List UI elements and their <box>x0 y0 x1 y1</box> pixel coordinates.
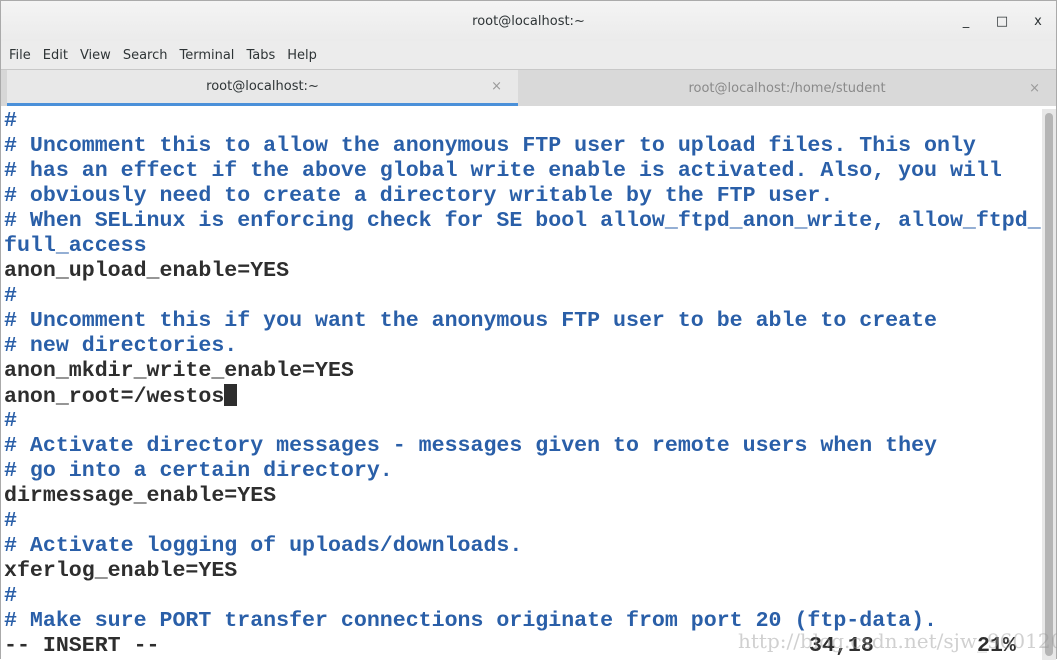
tab-bar: root@localhost:~ × root@localhost:/home/… <box>1 69 1056 106</box>
minimize-button[interactable]: _ <box>948 14 984 29</box>
tab-close-icon[interactable]: × <box>491 79 502 94</box>
comment-line: # Make sure PORT transfer connections or… <box>4 609 1044 634</box>
config-line: anon_root=/westos <box>4 384 1044 409</box>
comment-line: # go into a certain directory. <box>4 459 1044 484</box>
line-text: # <box>4 284 17 308</box>
menu-view[interactable]: View <box>75 48 118 63</box>
menu-bar: File Edit View Search Terminal Tabs Help <box>1 41 1056 69</box>
title-bar: root@localhost:~ _ □ x <box>1 1 1056 41</box>
comment-line: # <box>4 109 1044 134</box>
tab-home-student[interactable]: root@localhost:/home/student × <box>518 70 1056 106</box>
line-text: # <box>4 409 17 433</box>
line-text: # When SELinux is enforcing check for SE… <box>4 209 1041 233</box>
scroll-percent: 21% <box>977 634 1016 658</box>
comment-line: full_access <box>4 234 1044 259</box>
text-cursor <box>224 384 238 406</box>
line-text: # go into a certain directory. <box>4 459 393 483</box>
comment-line: # <box>4 584 1044 609</box>
line-text: # Uncomment this if you want the anonymo… <box>4 309 938 333</box>
maximize-button[interactable]: □ <box>984 14 1020 29</box>
terminal-area[interactable]: # # Uncomment this to allow the anonymous… <box>1 109 1044 660</box>
line-text: # Activate directory messages - messages… <box>4 434 938 458</box>
comment-line: # Uncomment this to allow the anonymous … <box>4 134 1044 159</box>
vim-status-line: -- INSERT -- 34,18 21% <box>4 634 1044 659</box>
line-text: # has an effect if the above global writ… <box>4 159 1002 183</box>
line-text: anon_mkdir_write_enable=YES <box>4 359 354 383</box>
line-text: full_access <box>4 234 147 258</box>
line-text: # Activate logging of uploads/downloads. <box>4 534 523 558</box>
comment-line: # <box>4 284 1044 309</box>
menu-edit[interactable]: Edit <box>38 48 75 63</box>
tab-close-icon[interactable]: × <box>1029 81 1040 96</box>
line-text: # <box>4 109 17 133</box>
menu-file[interactable]: File <box>4 48 38 63</box>
comment-line: # <box>4 409 1044 434</box>
scrollbar-thumb[interactable] <box>1045 113 1053 656</box>
comment-line: # Uncomment this if you want the anonymo… <box>4 309 1044 334</box>
line-text: # <box>4 584 17 608</box>
menu-help[interactable]: Help <box>282 48 324 63</box>
comment-line: # Activate directory messages - messages… <box>4 434 1044 459</box>
config-line: dirmessage_enable=YES <box>4 484 1044 509</box>
menu-search[interactable]: Search <box>118 48 175 63</box>
scrollbar[interactable] <box>1042 109 1056 660</box>
line-text: # obviously need to create a directory w… <box>4 184 834 208</box>
tab-label: root@localhost:/home/student <box>688 80 886 96</box>
comment-line: # When SELinux is enforcing check for SE… <box>4 209 1044 234</box>
cursor-position: 34,18 <box>809 634 874 658</box>
mode-indicator: -- INSERT -- <box>4 634 160 658</box>
tab-label: root@localhost:~ <box>206 79 319 94</box>
config-line: xferlog_enable=YES <box>4 559 1044 584</box>
comment-line: # <box>4 509 1044 534</box>
tab-root-home[interactable]: root@localhost:~ × <box>7 70 518 106</box>
line-text: anon_upload_enable=YES <box>4 259 290 283</box>
comment-line: # has an effect if the above global writ… <box>4 159 1044 184</box>
line-text: # <box>4 509 17 533</box>
config-line: anon_upload_enable=YES <box>4 259 1044 284</box>
line-text: # Make sure PORT transfer connections or… <box>4 609 938 633</box>
line-text: # Uncomment this to allow the anonymous … <box>4 134 976 158</box>
line-text: anon_root=/westos <box>4 385 225 409</box>
line-text: # new directories. <box>4 334 238 358</box>
menu-tabs[interactable]: Tabs <box>241 48 282 63</box>
menu-terminal[interactable]: Terminal <box>174 48 241 63</box>
config-line: anon_mkdir_write_enable=YES <box>4 359 1044 384</box>
line-text: xferlog_enable=YES <box>4 559 238 583</box>
comment-line: # new directories. <box>4 334 1044 359</box>
comment-line: # Activate logging of uploads/downloads. <box>4 534 1044 559</box>
line-text: dirmessage_enable=YES <box>4 484 277 508</box>
window-title: root@localhost:~ <box>472 13 585 29</box>
comment-line: # obviously need to create a directory w… <box>4 184 1044 209</box>
close-button[interactable]: x <box>1020 14 1056 29</box>
